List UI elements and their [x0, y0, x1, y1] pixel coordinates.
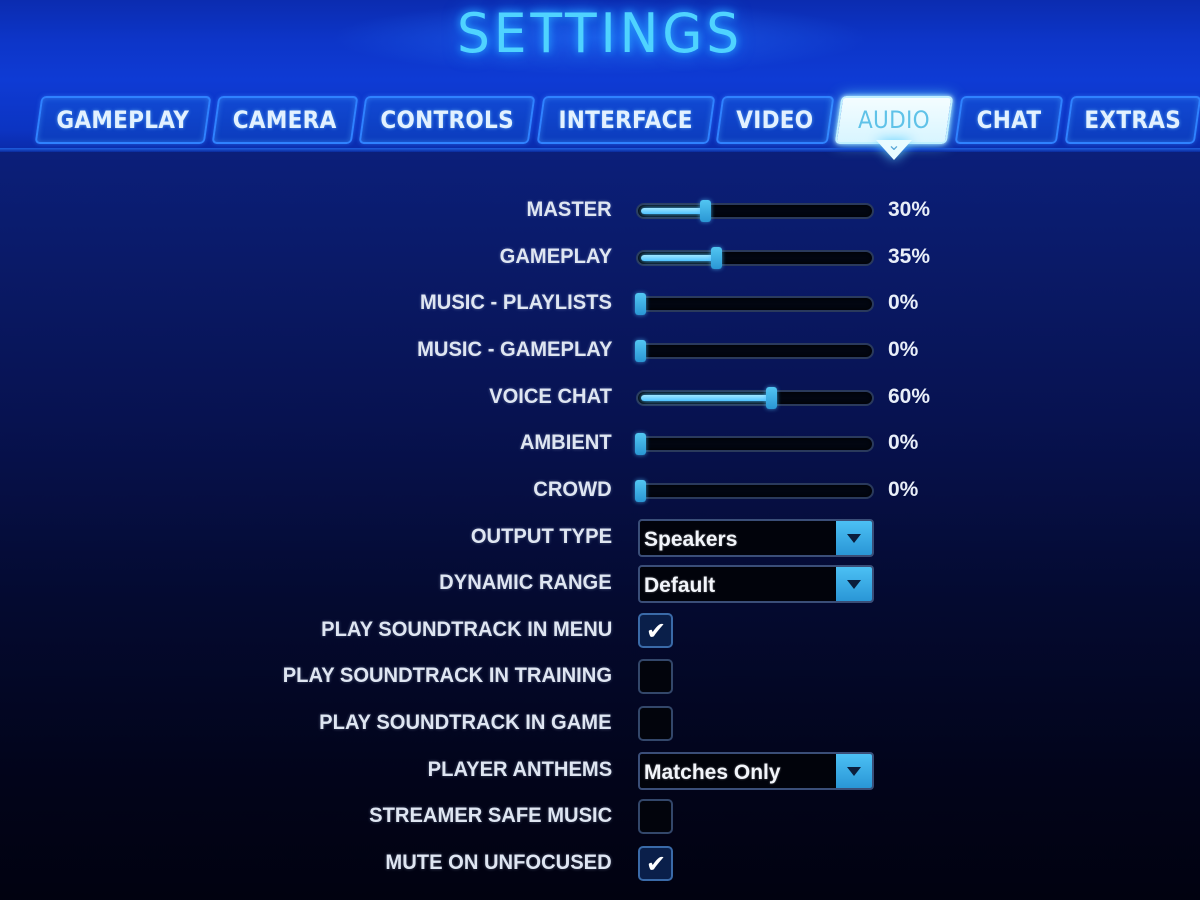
setting-label: STREAMER SAFE MUSIC [368, 804, 612, 827]
slider-handle[interactable] [635, 340, 646, 362]
slider-fill [641, 395, 774, 401]
master-volume-slider[interactable] [636, 200, 874, 222]
slider-handle[interactable] [635, 433, 646, 455]
mute-on-unfocused-checkbox[interactable]: ✔ [638, 846, 673, 881]
slider-value: 0% [888, 478, 919, 501]
dropdown-arrow-icon[interactable] [836, 754, 872, 788]
music-gameplay-volume-slider[interactable] [635, 340, 874, 362]
tab-label: GAMEPLAY [56, 106, 190, 134]
slider-handle[interactable] [711, 247, 722, 269]
slider-value: 60% [888, 385, 931, 408]
tab-camera[interactable]: CAMERA [215, 96, 355, 144]
setting-row-master: MASTER 30% [0, 188, 1200, 234]
setting-label: GAMEPLAY [499, 245, 612, 268]
setting-row-music-playlists: MUSIC - PLAYLISTS 0% [0, 281, 1200, 327]
slider-value: 0% [888, 338, 919, 361]
setting-row-crowd: CROWD 0% [0, 468, 1200, 514]
ambient-volume-slider[interactable] [635, 433, 874, 455]
checkmark-icon: ✔ [646, 850, 667, 878]
setting-row-soundtrack-game: PLAY SOUNDTRACK IN GAME [0, 701, 1200, 747]
slider-fill [641, 255, 719, 261]
soundtrack-game-checkbox[interactable] [638, 706, 673, 741]
setting-label: MUTE ON UNFOCUSED [385, 851, 612, 874]
tab-gameplay[interactable]: GAMEPLAY [38, 96, 208, 144]
setting-row-player-anthems: PLAYER ANTHEMS Matches Only [0, 748, 1200, 794]
setting-row-mute-unfocused: MUTE ON UNFOCUSED ✔ [0, 841, 1200, 887]
tab-interface[interactable]: INTERFACE [540, 96, 712, 144]
settings-header: SETTINGS GAMEPLAY CAMERA CONTROLS INTERF… [0, 0, 1200, 152]
setting-row-voice-chat: VOICE CHAT 60% [0, 375, 1200, 421]
tab-label: VIDEO [736, 106, 814, 134]
crowd-volume-slider[interactable] [635, 480, 874, 502]
player-anthems-dropdown[interactable]: Matches Only [638, 752, 874, 790]
settings-tabs: GAMEPLAY CAMERA CONTROLS INTERFACE VIDEO… [0, 96, 1200, 144]
setting-label: OUTPUT TYPE [470, 525, 612, 548]
slider-handle[interactable] [635, 293, 646, 315]
slider-handle[interactable] [766, 387, 777, 409]
setting-label: PLAYER ANTHEMS [427, 758, 612, 781]
slider-value: 0% [888, 291, 919, 314]
dropdown-value: Matches Only [644, 761, 781, 784]
output-type-dropdown[interactable]: Speakers [638, 519, 874, 557]
tab-chat[interactable]: CHAT [958, 96, 1060, 144]
setting-label: VOICE CHAT [489, 385, 612, 408]
dropdown-value: Speakers [644, 528, 738, 551]
chevron-down-icon: ⌄ [887, 135, 901, 154]
setting-label: PLAY SOUNDTRACK IN GAME [319, 711, 612, 734]
setting-label: PLAY SOUNDTRACK IN TRAINING [282, 664, 612, 687]
setting-label: MUSIC - PLAYLISTS [420, 291, 612, 314]
slider-value: 30% [888, 198, 931, 221]
setting-label: MASTER [526, 198, 612, 221]
tab-controls[interactable]: CONTROLS [362, 96, 532, 144]
setting-label: PLAY SOUNDTRACK IN MENU [320, 618, 612, 641]
music-playlists-volume-slider[interactable] [635, 293, 874, 315]
tab-label: INTERFACE [558, 106, 694, 134]
tab-label: CAMERA [233, 106, 337, 134]
setting-label: MUSIC - GAMEPLAY [416, 338, 612, 361]
setting-label: AMBIENT [520, 431, 612, 454]
setting-row-dynamic-range: DYNAMIC RANGE Default [0, 561, 1200, 607]
slider-handle[interactable] [635, 480, 646, 502]
dynamic-range-dropdown[interactable]: Default [638, 565, 874, 603]
dropdown-arrow-icon[interactable] [836, 521, 872, 555]
tab-label: AUDIO [858, 106, 930, 134]
voice-chat-volume-slider[interactable] [636, 387, 874, 409]
tab-label: CHAT [976, 106, 1042, 134]
slider-value: 0% [888, 431, 919, 454]
dropdown-value: Default [644, 574, 716, 597]
tab-extras[interactable]: EXTRAS [1068, 96, 1198, 144]
setting-row-soundtrack-menu: PLAY SOUNDTRACK IN MENU ✔ [0, 608, 1200, 654]
setting-label: CROWD [533, 478, 612, 501]
soundtrack-training-checkbox[interactable] [638, 659, 673, 694]
tab-label: EXTRAS [1084, 106, 1182, 134]
tab-label: CONTROLS [380, 106, 514, 134]
slider-value: 35% [888, 245, 931, 268]
checkmark-icon: ✔ [646, 617, 667, 645]
streamer-safe-music-checkbox[interactable] [638, 799, 673, 834]
slider-handle[interactable] [700, 200, 711, 222]
setting-row-soundtrack-training: PLAY SOUNDTRACK IN TRAINING [0, 654, 1200, 700]
tab-video[interactable]: VIDEO [719, 96, 831, 144]
setting-row-music-gameplay: MUSIC - GAMEPLAY 0% [0, 328, 1200, 374]
setting-row-ambient: AMBIENT 0% [0, 421, 1200, 467]
soundtrack-menu-checkbox[interactable]: ✔ [638, 613, 673, 648]
slider-fill [641, 208, 708, 214]
gameplay-volume-slider[interactable] [636, 247, 874, 269]
setting-row-gameplay: GAMEPLAY 35% [0, 235, 1200, 281]
setting-row-streamer-safe: STREAMER SAFE MUSIC [0, 794, 1200, 840]
dropdown-arrow-icon[interactable] [836, 567, 872, 601]
page-title: SETTINGS [457, 2, 743, 65]
setting-row-output-type: OUTPUT TYPE Speakers [0, 515, 1200, 561]
setting-label: DYNAMIC RANGE [439, 571, 612, 594]
